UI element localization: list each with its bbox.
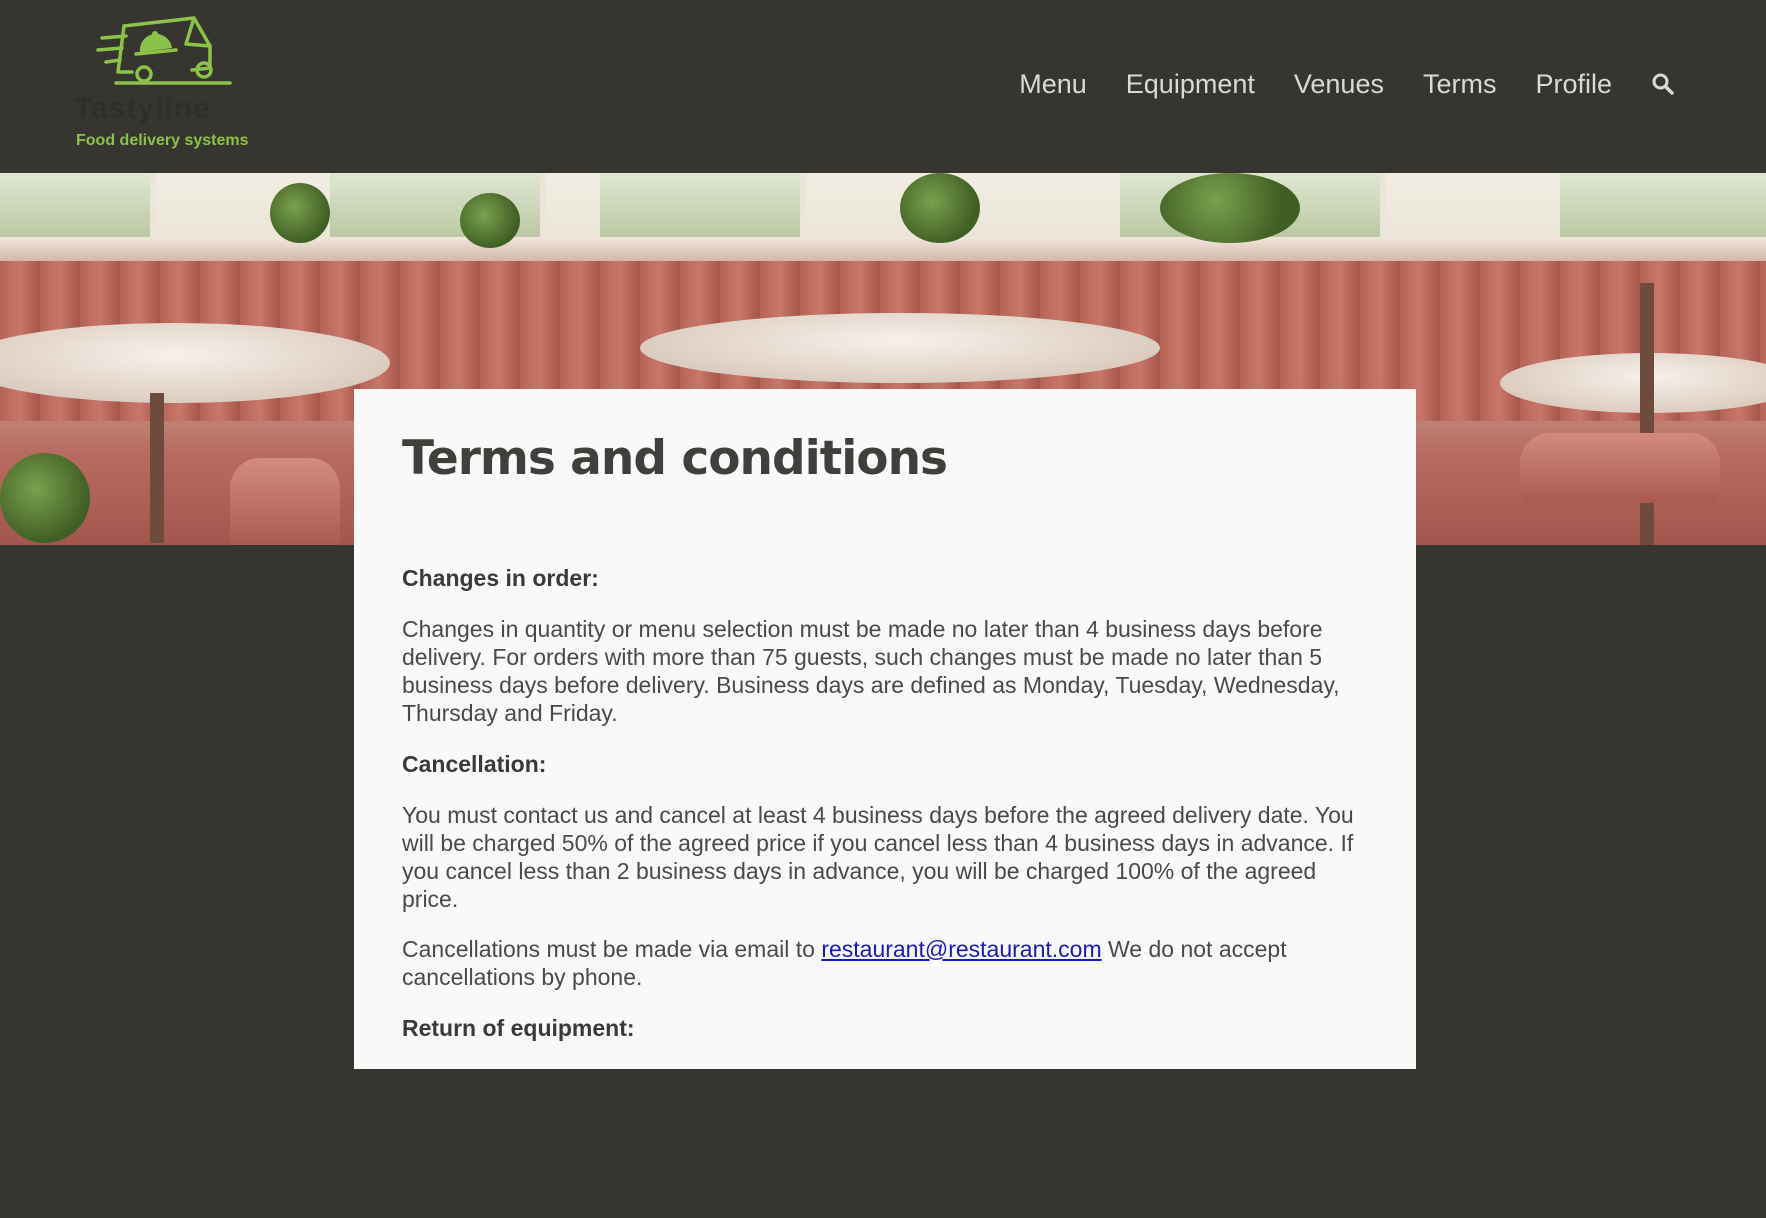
section-heading-return: Return of equipment:	[402, 1015, 635, 1041]
window-decoration	[1560, 173, 1766, 243]
nav-item-menu[interactable]: Menu	[1019, 66, 1087, 102]
logo-tagline: Food delivery systems	[76, 132, 249, 149]
table-leg-decoration	[1640, 283, 1654, 545]
chair-decoration	[230, 458, 340, 545]
plant-decoration	[0, 453, 90, 543]
main-nav: Menu Equipment Venues Terms Profile	[980, 66, 1676, 102]
site-logo[interactable]: Tastyline Food delivery systems	[72, 8, 262, 149]
logo-wordmark: Tastyline	[74, 92, 211, 125]
window-decoration	[600, 173, 806, 243]
nav-item-profile[interactable]: Profile	[1535, 66, 1612, 102]
section-paragraph-changes: Changes in quantity or menu selection mu…	[402, 616, 1340, 726]
table-leg-decoration	[150, 393, 164, 543]
plant-decoration	[1160, 173, 1300, 243]
section-heading-changes: Changes in order:	[402, 565, 599, 591]
delivery-truck-cloche-icon	[96, 16, 232, 85]
page-title: Terms and conditions	[402, 431, 948, 486]
cancellation-email-paragraph: Cancellations must be made via email to …	[402, 935, 1368, 991]
chair-decoration	[1520, 433, 1720, 503]
email-prefix-text: Cancellations must be made via email to	[402, 936, 822, 962]
section-heading-cancellation: Cancellation:	[402, 751, 547, 777]
plant-decoration	[270, 183, 330, 243]
content-card: Terms and conditions Changes in order: C…	[354, 389, 1416, 1069]
search-button[interactable]	[1650, 71, 1676, 97]
nav-item-terms[interactable]: Terms	[1423, 66, 1497, 102]
plant-decoration	[460, 193, 520, 248]
table-decoration	[640, 313, 1160, 383]
nav-item-venues[interactable]: Venues	[1294, 66, 1384, 102]
email-link[interactable]: restaurant@restaurant.com	[821, 936, 1101, 962]
section-paragraph-cancellation: You must contact us and cancel at least …	[402, 802, 1354, 912]
window-decoration	[0, 173, 156, 243]
plant-decoration	[900, 173, 980, 243]
search-icon	[1652, 73, 1674, 95]
nav-item-equipment[interactable]: Equipment	[1126, 66, 1255, 102]
window-sill	[0, 237, 1766, 261]
site-header: Tastyline Food delivery systems Menu Equ…	[0, 0, 1766, 173]
